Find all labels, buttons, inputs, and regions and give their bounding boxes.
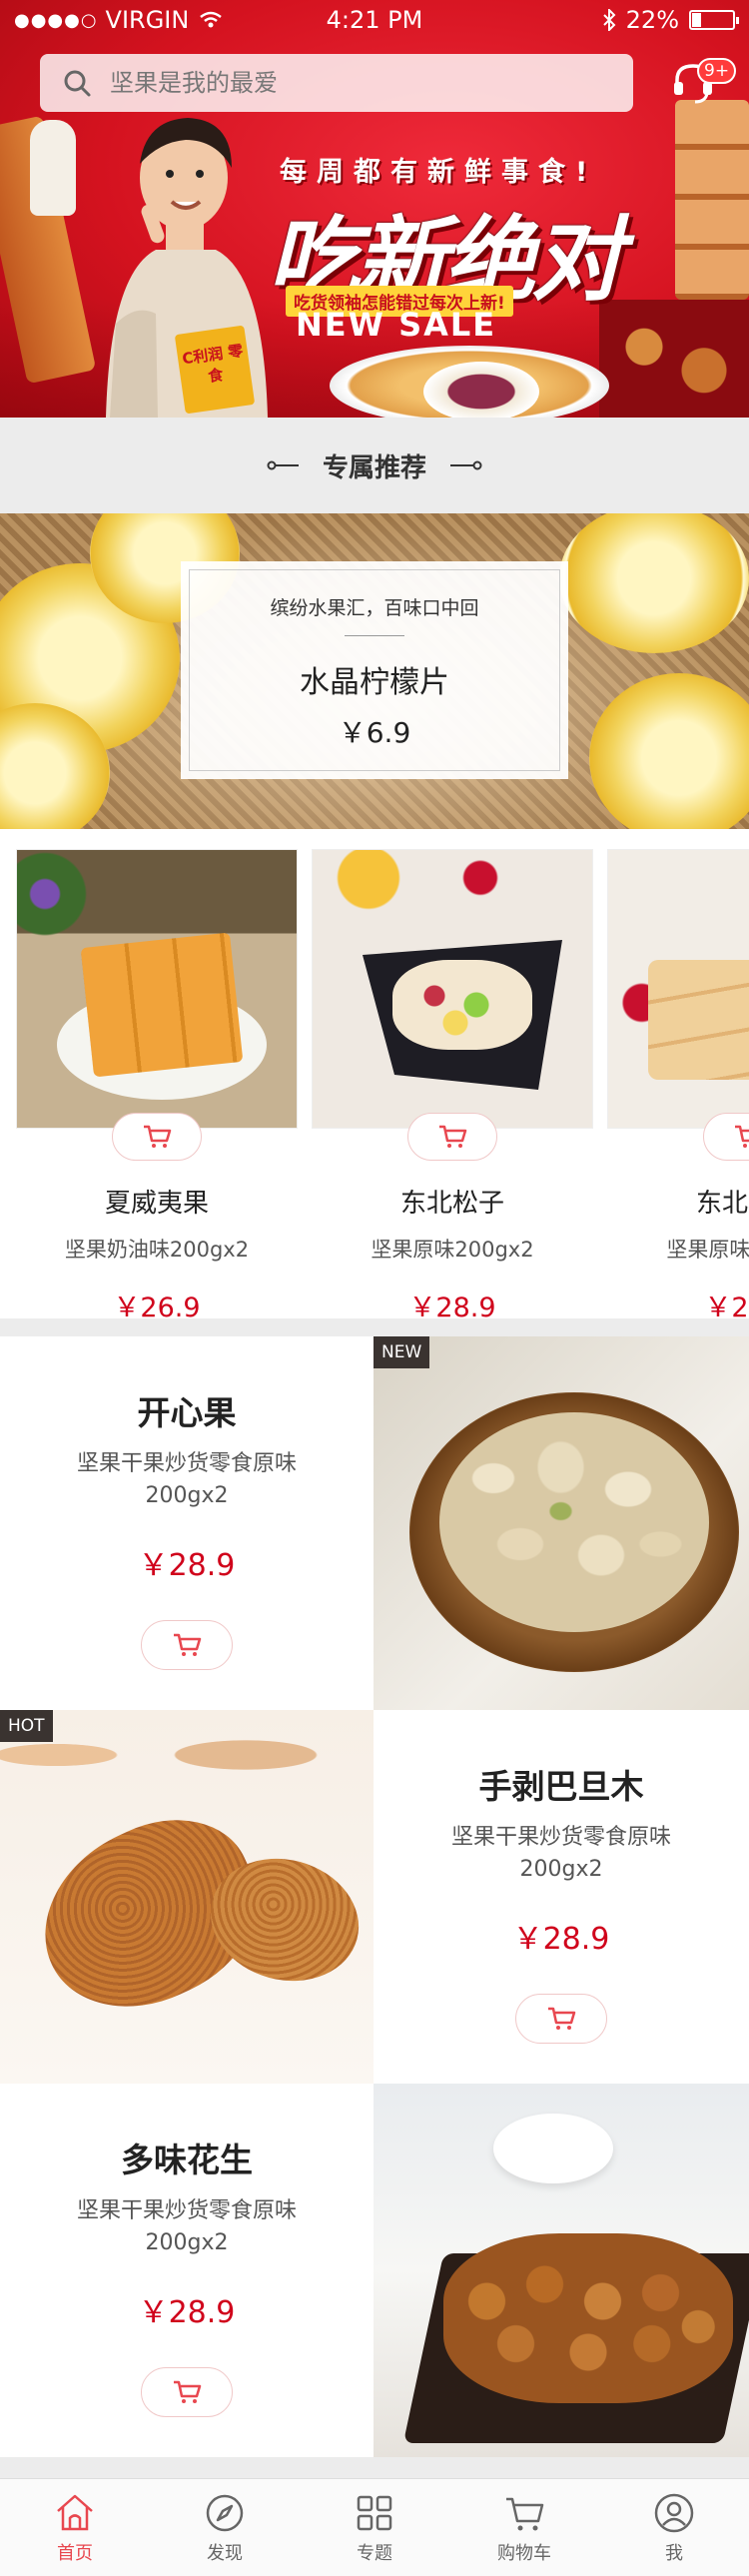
- search-icon: [64, 70, 91, 97]
- add-to-cart-button[interactable]: [515, 1994, 607, 2044]
- banner-food-bottle: [30, 120, 76, 216]
- product-price: ￥28.9: [512, 1922, 610, 1957]
- product-info: 开心果 坚果干果炒货零食原味200gx2 ￥28.9: [0, 1336, 374, 1710]
- product-desc: 坚果奶油味200gx2: [64, 1238, 250, 1262]
- featured-product[interactable]: 缤纷水果汇，百味口中回 水晶柠檬片 ￥6.9: [0, 513, 749, 829]
- product-info: 手剥巴旦木 坚果干果炒货零食原味200gx2 ￥28.9: [374, 1710, 749, 2084]
- banner-food-bowl: [423, 362, 539, 418]
- tab-topics[interactable]: 专题: [300, 2479, 449, 2576]
- product-desc: 坚果干果炒货零食原味200gx2: [76, 1451, 297, 1508]
- tab-cart[interactable]: 购物车: [449, 2479, 599, 2576]
- cart-icon: [174, 1633, 202, 1656]
- cart-icon: [548, 2007, 576, 2030]
- add-to-cart-button[interactable]: [703, 1113, 749, 1161]
- banner-food-right-packs: [675, 100, 749, 300]
- product-price: ￥28.9: [138, 2295, 236, 2330]
- cart-icon: [439, 1125, 467, 1148]
- hero-banner[interactable]: C利润 零食 每周都有新鲜事食! 吃新绝对 吃货领袖怎能错过每次上新! NEW …: [0, 0, 749, 418]
- product-desc: 坚果干果炒货零食原味200gx2: [76, 2198, 297, 2255]
- tab-label: 购物车: [497, 2542, 551, 2564]
- product-name: 开心果: [137, 1393, 237, 1432]
- tab-me[interactable]: 我: [599, 2479, 749, 2576]
- grid-icon: [357, 2495, 392, 2530]
- grid-product-pistachio[interactable]: 开心果 坚果干果炒货零食原味200gx2 ￥28.9 NEW: [0, 1336, 749, 1710]
- product-info: 多味花生 坚果干果炒货零食原味200gx2 ￥28.9: [0, 2084, 374, 2457]
- tab-label: 发现: [207, 2542, 243, 2564]
- status-bar: ●●●●○ VIRGIN 4:21 PM 22%: [0, 0, 749, 40]
- product-name: 多味花生: [121, 2141, 253, 2179]
- product-price: ￥28.9: [704, 1292, 749, 1318]
- message-badge: 9+: [697, 58, 737, 84]
- add-to-cart-button[interactable]: [112, 1113, 202, 1161]
- product-name: 东北松子: [399, 1189, 504, 1219]
- product-name: 夏威夷果: [104, 1189, 209, 1219]
- featured-info-card: 缤纷水果汇，百味口中回 水晶柠檬片 ￥6.9: [181, 561, 568, 779]
- product-image: [374, 2084, 749, 2457]
- status-time: 4:21 PM: [326, 6, 423, 34]
- add-to-cart-button[interactable]: [141, 2367, 233, 2417]
- home-icon: [57, 2494, 93, 2530]
- product-card[interactable]: 东北松子 坚果原味200gx2 ￥28.9: [312, 849, 593, 1318]
- product-image: [312, 849, 593, 1129]
- section-title: 专属推荐: [322, 452, 426, 483]
- product-desc: 坚果原味200gx2: [666, 1238, 749, 1262]
- section-header: 专属推荐: [0, 418, 749, 513]
- tab-label: 首页: [57, 2542, 93, 2564]
- product-price: ￥28.9: [408, 1292, 496, 1318]
- featured-subtitle: 缤纷水果汇，百味口中回: [270, 597, 479, 619]
- cart-icon: [174, 2380, 202, 2403]
- title-decoration-left: [267, 460, 299, 470]
- product-card[interactable]: 东北松子 坚果原味200gx2 ￥28.9: [607, 849, 749, 1318]
- grid-product-peanut[interactable]: 多味花生 坚果干果炒货零食原味200gx2 ￥28.9: [0, 2084, 749, 2457]
- search-bar[interactable]: [40, 54, 633, 112]
- bottom-tab-bar: 首页 发现 专题 购物车 我: [0, 2478, 749, 2576]
- product-carousel[interactable]: 夏威夷果 坚果奶油味200gx2 ￥26.9 东北松子 坚果原味200gx2 ￥…: [0, 829, 749, 1318]
- hot-tag: HOT: [0, 1710, 53, 1742]
- tab-discover[interactable]: 发现: [150, 2479, 300, 2576]
- banner-product-pack: C利润 零食: [174, 325, 256, 415]
- tab-label: 专题: [357, 2542, 392, 2564]
- tab-label: 我: [665, 2542, 683, 2564]
- cart-icon: [735, 1125, 749, 1148]
- add-to-cart-button[interactable]: [407, 1113, 497, 1161]
- product-price: ￥28.9: [138, 1548, 236, 1583]
- banner-tagline: 每周都有新鲜事食!: [280, 157, 598, 188]
- product-image: HOT: [0, 1710, 375, 2084]
- user-icon: [654, 2493, 694, 2532]
- banner-food-bottom-right: [599, 300, 749, 418]
- compass-icon: [206, 2494, 244, 2531]
- product-name: 东北松子: [695, 1189, 749, 1219]
- product-desc: 坚果干果炒货零食原味200gx2: [450, 1825, 671, 1882]
- battery-icon: [689, 10, 739, 30]
- title-decoration-right: [450, 460, 482, 470]
- product-desc: 坚果原味200gx2: [371, 1238, 534, 1262]
- cart-icon: [144, 1125, 172, 1148]
- product-image: NEW: [374, 1336, 749, 1710]
- product-name: 手剥巴旦木: [478, 1767, 644, 1806]
- featured-price: ￥6.9: [338, 716, 411, 749]
- new-tag: NEW: [374, 1336, 430, 1368]
- product-price: ￥26.9: [113, 1292, 201, 1318]
- grid-product-almond[interactable]: HOT 手剥巴旦木 坚果干果炒货零食原味200gx2 ￥28.9: [0, 1710, 749, 2084]
- product-card[interactable]: 夏威夷果 坚果奶油味200gx2 ￥26.9: [16, 849, 298, 1318]
- product-image: [607, 849, 749, 1129]
- banner-new-sale: NEW SALE: [296, 306, 497, 344]
- featured-divider: [345, 635, 404, 636]
- featured-name: 水晶柠檬片: [300, 665, 449, 700]
- cart-icon: [506, 2497, 544, 2530]
- tab-home[interactable]: 首页: [0, 2479, 150, 2576]
- search-input[interactable]: [110, 69, 589, 97]
- add-to-cart-button[interactable]: [141, 1620, 233, 1670]
- product-image: [16, 849, 298, 1129]
